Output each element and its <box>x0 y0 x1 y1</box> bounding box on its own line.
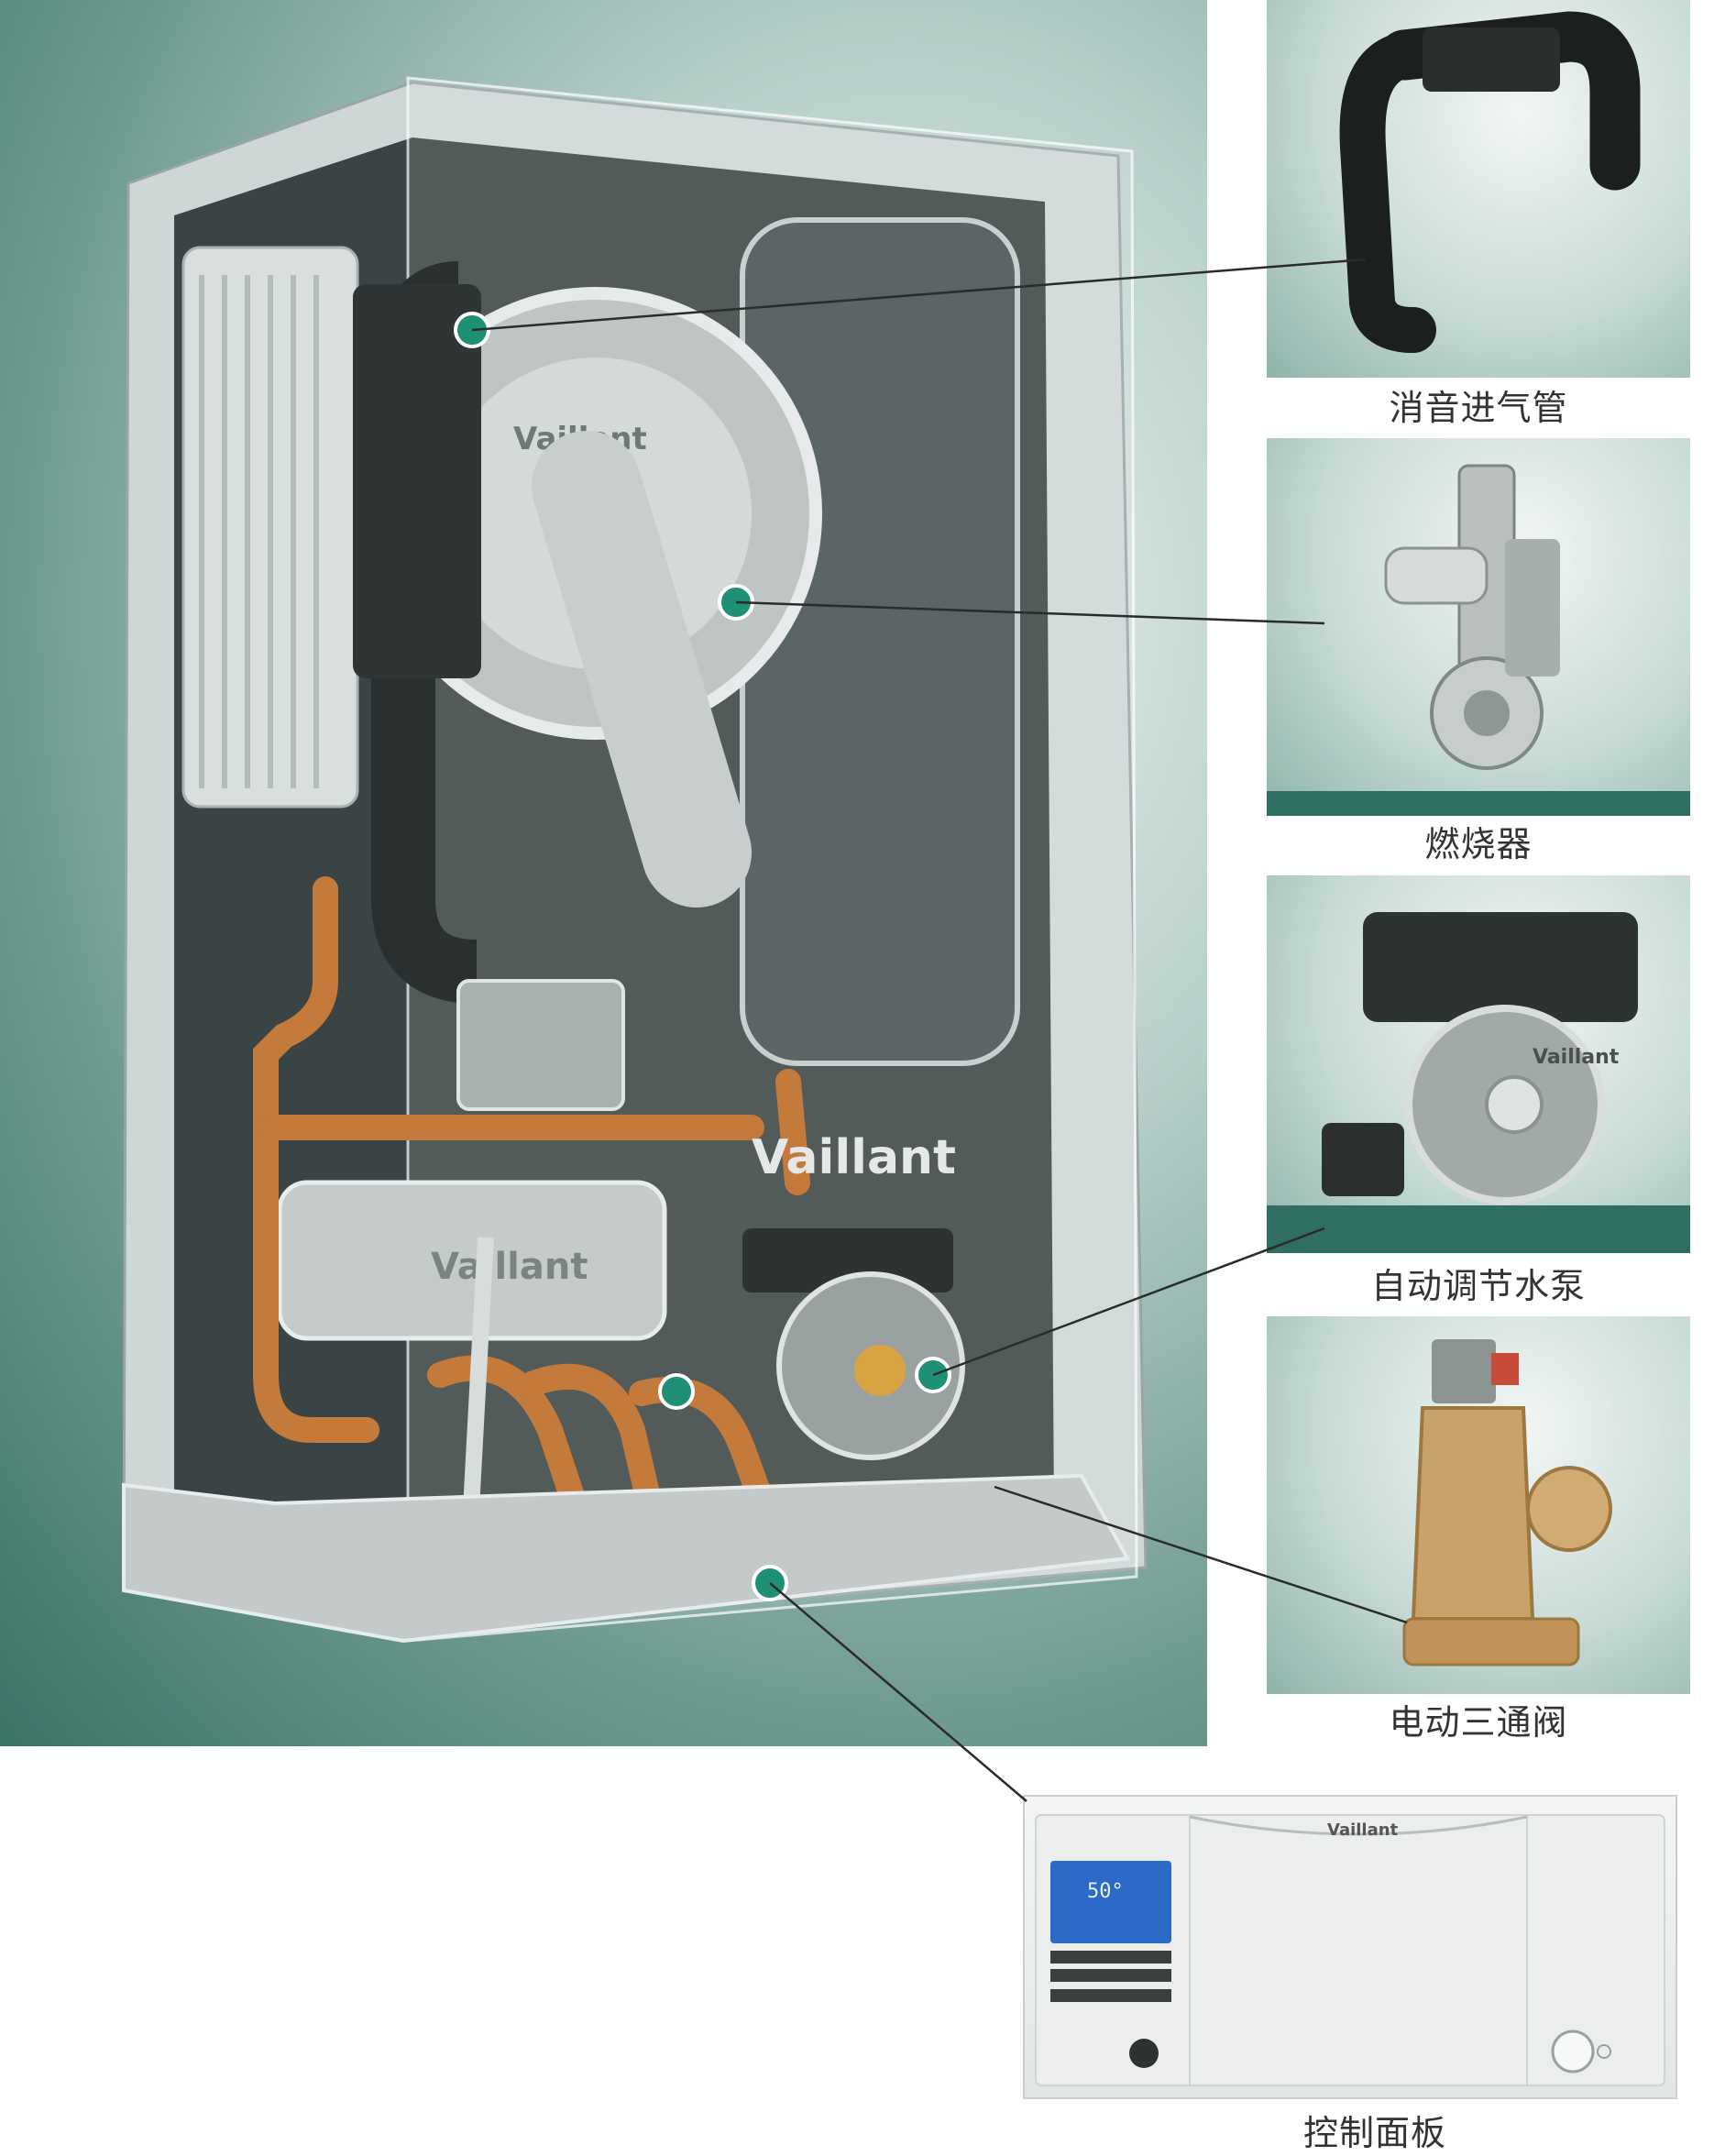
marker-burner <box>718 584 754 621</box>
marker-control <box>752 1565 788 1601</box>
water-pump-panel: Vaillant <box>1267 875 1690 1253</box>
exchanger-brand-text: Vaillant <box>431 1246 588 1288</box>
front-brand-text: Vaillant <box>752 1130 956 1185</box>
three-way-valve-label: 电动三通阀 <box>1389 1702 1568 1743</box>
three-way-valve-panel <box>1267 1316 1690 1694</box>
marker-pump <box>915 1357 951 1393</box>
marker-valve <box>658 1373 695 1410</box>
boiler-illustration: Vaillant Vaillant Vaillant <box>122 76 1148 1644</box>
water-pump-label: 自动调节水泵 <box>1370 1266 1586 1306</box>
three-way-valve-icon <box>1402 1339 1612 1666</box>
marker-intake <box>454 312 490 348</box>
water-pump-icon: Vaillant <box>1267 912 1690 1253</box>
control-panel-icon: Vaillant 50° <box>1035 1814 1665 2086</box>
intake-pipe-icon <box>1339 11 1641 353</box>
burner-icon <box>1267 464 1690 816</box>
burner-panel <box>1267 438 1690 816</box>
boiler-cutaway-image: Vaillant Vaillant Vaillant <box>0 0 1207 1746</box>
intake-pipe-panel <box>1267 0 1690 378</box>
pump-brand-text: Vaillant <box>1533 1046 1620 1069</box>
burner-label: 燃烧器 <box>1424 824 1533 864</box>
display-readout: 50° <box>1087 1880 1124 1903</box>
intake-pipe-label: 消音进气管 <box>1389 388 1568 428</box>
control-brand-text: Vaillant <box>1327 1820 1399 1840</box>
control-panel-image: Vaillant 50° <box>1023 1795 1677 2099</box>
control-panel-label: 控制面板 <box>1302 2113 1446 2153</box>
